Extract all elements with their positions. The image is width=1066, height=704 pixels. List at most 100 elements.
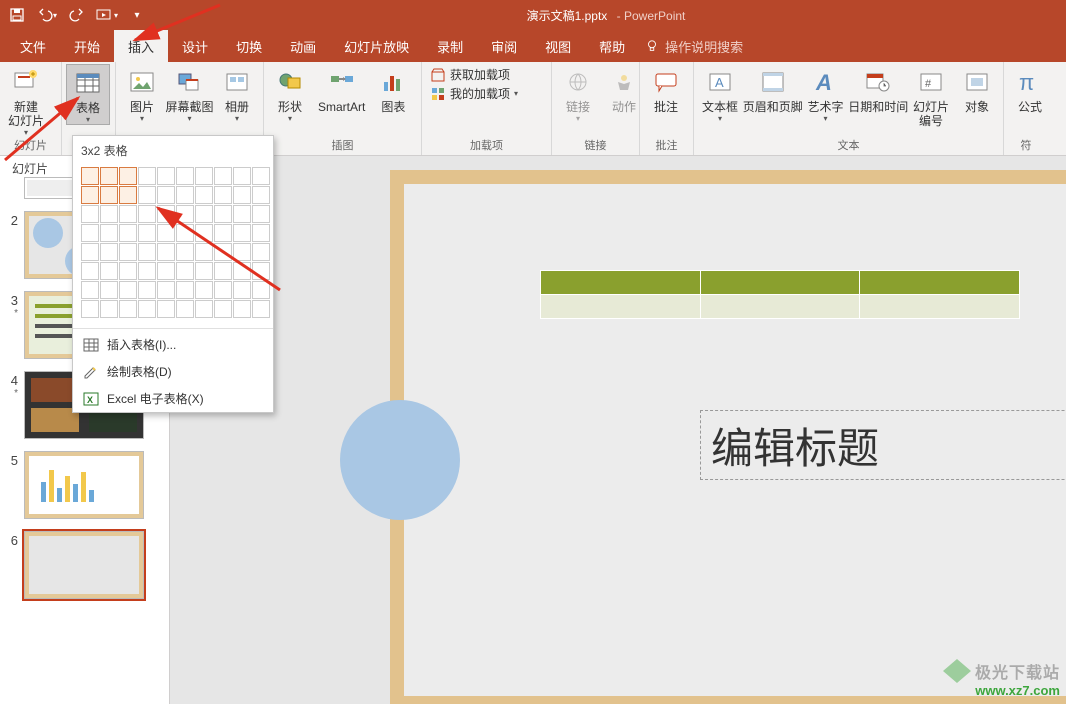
save-button[interactable] (4, 2, 30, 28)
table-grid-cell[interactable] (157, 205, 175, 223)
comment-button[interactable]: 批注 (644, 64, 688, 114)
table-grid-cell[interactable] (100, 300, 118, 318)
shapes-button[interactable]: 形状▾ (268, 64, 312, 123)
header-footer-button[interactable]: 页眉和页脚 (744, 64, 802, 114)
table-grid-cell[interactable] (233, 224, 251, 242)
menu-record[interactable]: 录制 (423, 30, 477, 62)
equation-button[interactable]: π 公式 (1008, 64, 1052, 114)
table-grid-cell[interactable] (81, 300, 99, 318)
table-grid-cell[interactable] (119, 224, 137, 242)
table-grid-cell[interactable] (157, 281, 175, 299)
table-grid-cell[interactable] (81, 243, 99, 261)
link-button[interactable]: 链接▾ (556, 64, 600, 123)
table-grid-cell[interactable] (214, 205, 232, 223)
thumbnail-item[interactable]: 6 (0, 525, 169, 605)
table-grid-cell[interactable] (214, 243, 232, 261)
get-addins-button[interactable]: 获取加载项 (430, 66, 518, 83)
redo-button[interactable] (64, 2, 90, 28)
thumbnail-item[interactable]: 5 (0, 445, 169, 525)
table-grid-cell[interactable] (214, 262, 232, 280)
excel-spreadsheet-menu-item[interactable]: X Excel 电子表格(X) (73, 385, 273, 412)
table-grid-cell[interactable] (176, 167, 194, 185)
table-grid-cell[interactable] (81, 186, 99, 204)
table-grid-cell[interactable] (81, 224, 99, 242)
table-grid-cell[interactable] (81, 281, 99, 299)
table-grid-cell[interactable] (119, 262, 137, 280)
draw-table-menu-item[interactable]: 绘制表格(D) (73, 358, 273, 385)
wordart-button[interactable]: A 艺术字▾ (804, 64, 848, 123)
start-from-beginning-button[interactable]: ▾ (94, 2, 120, 28)
new-slide-button[interactable]: 新建 幻灯片 ▾ (4, 64, 48, 137)
table-grid-cell[interactable] (252, 262, 270, 280)
photo-album-button[interactable]: 相册▾ (215, 64, 259, 123)
menu-review[interactable]: 审阅 (477, 30, 531, 62)
table-grid-cell[interactable] (100, 167, 118, 185)
menu-view[interactable]: 视图 (531, 30, 585, 62)
menu-help[interactable]: 帮助 (585, 30, 639, 62)
table-grid-cell[interactable] (176, 205, 194, 223)
table-grid-cell[interactable] (157, 243, 175, 261)
table-grid-cell[interactable] (195, 243, 213, 261)
slide[interactable]: 编辑标题 (390, 170, 1066, 704)
table-grid-cell[interactable] (119, 281, 137, 299)
table-grid-cell[interactable] (252, 186, 270, 204)
chart-button[interactable]: 图表 (371, 64, 415, 114)
table-grid-cell[interactable] (195, 281, 213, 299)
table-grid-cell[interactable] (100, 262, 118, 280)
menu-design[interactable]: 设计 (168, 30, 222, 62)
datetime-button[interactable]: 日期和时间 (850, 64, 908, 114)
table-grid-cell[interactable] (119, 167, 137, 185)
table-grid-cell[interactable] (176, 224, 194, 242)
table-grid-cell[interactable] (176, 262, 194, 280)
table-grid-cell[interactable] (233, 262, 251, 280)
screenshot-button[interactable]: 屏幕截图▾ (166, 64, 213, 123)
table-grid-cell[interactable] (100, 281, 118, 299)
table-grid-cell[interactable] (233, 205, 251, 223)
table-grid-cell[interactable] (252, 281, 270, 299)
table-grid-cell[interactable] (100, 224, 118, 242)
menu-insert[interactable]: 插入 (114, 30, 168, 62)
table-grid-cell[interactable] (252, 243, 270, 261)
slide-canvas[interactable]: 编辑标题 (170, 156, 1066, 704)
table-grid-cell[interactable] (252, 167, 270, 185)
table-grid-cell[interactable] (195, 262, 213, 280)
table-grid-cell[interactable] (138, 300, 156, 318)
table-grid-cell[interactable] (195, 300, 213, 318)
table-grid-cell[interactable] (119, 243, 137, 261)
table-grid-cell[interactable] (157, 300, 175, 318)
tell-me-search[interactable]: 操作说明搜索 (645, 30, 743, 62)
title-placeholder[interactable]: 编辑标题 (700, 410, 1066, 480)
table-grid-cell[interactable] (119, 186, 137, 204)
table-grid-cell[interactable] (100, 205, 118, 223)
table-grid-cell[interactable] (81, 167, 99, 185)
table-grid-cell[interactable] (100, 243, 118, 261)
qat-customize[interactable]: ▾ (124, 2, 150, 28)
table-grid-cell[interactable] (195, 167, 213, 185)
table-grid-cell[interactable] (176, 243, 194, 261)
slide-number-button[interactable]: # 幻灯片 编号 (909, 64, 953, 128)
inserted-table[interactable] (540, 270, 1020, 319)
table-grid-cell[interactable] (100, 186, 118, 204)
menu-slideshow[interactable]: 幻灯片放映 (330, 30, 423, 62)
table-button[interactable]: 表格 ▾ (66, 64, 110, 125)
my-addins-button[interactable]: 我的加载项 ▾ (430, 85, 518, 102)
table-grid-cell[interactable] (233, 281, 251, 299)
table-grid-cell[interactable] (195, 205, 213, 223)
table-grid-cell[interactable] (157, 186, 175, 204)
table-grid-cell[interactable] (176, 300, 194, 318)
table-grid-cell[interactable] (252, 205, 270, 223)
table-grid-cell[interactable] (214, 281, 232, 299)
table-grid-cell[interactable] (81, 262, 99, 280)
table-grid-cell[interactable] (233, 243, 251, 261)
table-grid-cell[interactable] (214, 300, 232, 318)
menu-home[interactable]: 开始 (60, 30, 114, 62)
undo-button[interactable]: ▾ (34, 2, 60, 28)
table-grid-cell[interactable] (138, 262, 156, 280)
table-grid-cell[interactable] (138, 243, 156, 261)
table-size-grid[interactable] (73, 165, 273, 326)
table-grid-cell[interactable] (214, 167, 232, 185)
object-button[interactable]: 对象 (955, 64, 999, 114)
smartart-button[interactable]: SmartArt (314, 64, 369, 114)
table-grid-cell[interactable] (252, 300, 270, 318)
table-grid-cell[interactable] (214, 186, 232, 204)
